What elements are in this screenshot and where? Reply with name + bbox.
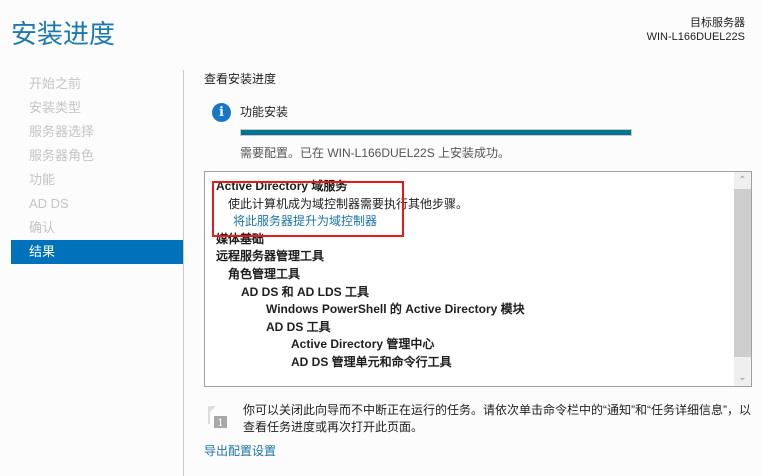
nav-item-server-roles[interactable]: 服务器角色	[11, 144, 183, 168]
wizard-nav: 开始之前 安装类型 服务器选择 服务器角色 功能 AD DS 确认 结果	[11, 72, 183, 264]
background-task-note: 你可以关闭此向导而不中断正在运行的任务。请依次单击命令栏中的“通知”和“任务详细…	[243, 403, 751, 434]
page-title: 安装进度	[11, 19, 116, 49]
nav-item-server-selection[interactable]: 服务器选择	[11, 120, 183, 144]
progress-bar	[240, 129, 632, 136]
notification-flag-icon: 1	[206, 404, 228, 429]
result-item: AD DS 和 AD LDS 工具	[241, 284, 370, 299]
feature-install-label: 功能安装	[240, 105, 289, 119]
result-item: 远程服务器管理工具	[216, 249, 325, 264]
target-server: 目标服务器 WIN-L166DUEL22S	[647, 16, 745, 44]
nav-item-ad-ds[interactable]: AD DS	[11, 192, 183, 216]
scroll-down-icon[interactable]: ⌄	[734, 369, 751, 386]
scrollbar-thumb[interactable]	[734, 189, 751, 357]
highlight-annotation	[212, 181, 404, 237]
divider	[183, 70, 184, 476]
info-icon: i	[212, 103, 231, 122]
result-item: AD DS 工具	[266, 319, 331, 334]
install-status: 需要配置。已在 WIN-L166DUEL22S 上安装成功。	[240, 146, 511, 160]
nav-item-confirmation[interactable]: 确认	[11, 216, 183, 240]
target-server-name: WIN-L166DUEL22S	[646, 31, 745, 43]
result-item: AD DS 管理单元和命令行工具	[291, 355, 452, 369]
nav-item-results[interactable]: 结果	[11, 240, 183, 264]
export-settings-link[interactable]: 导出配置设置	[204, 442, 276, 459]
result-item: Windows PowerShell 的 Active Directory 模块	[266, 302, 525, 317]
nav-item-features[interactable]: 功能	[11, 168, 183, 192]
svg-text:1: 1	[217, 418, 223, 428]
nav-item-before-you-begin[interactable]: 开始之前	[11, 72, 183, 96]
target-server-label: 目标服务器	[690, 17, 745, 29]
progress-fill	[241, 130, 631, 135]
scrollbar[interactable]: ⌃ ⌄	[734, 172, 751, 386]
section-heading: 查看安装进度	[204, 72, 277, 86]
result-item: 角色管理工具	[228, 267, 301, 281]
nav-item-installation-type[interactable]: 安装类型	[11, 96, 183, 120]
scroll-up-icon[interactable]: ⌃	[734, 172, 751, 189]
result-item: Active Directory 管理中心	[291, 337, 435, 352]
